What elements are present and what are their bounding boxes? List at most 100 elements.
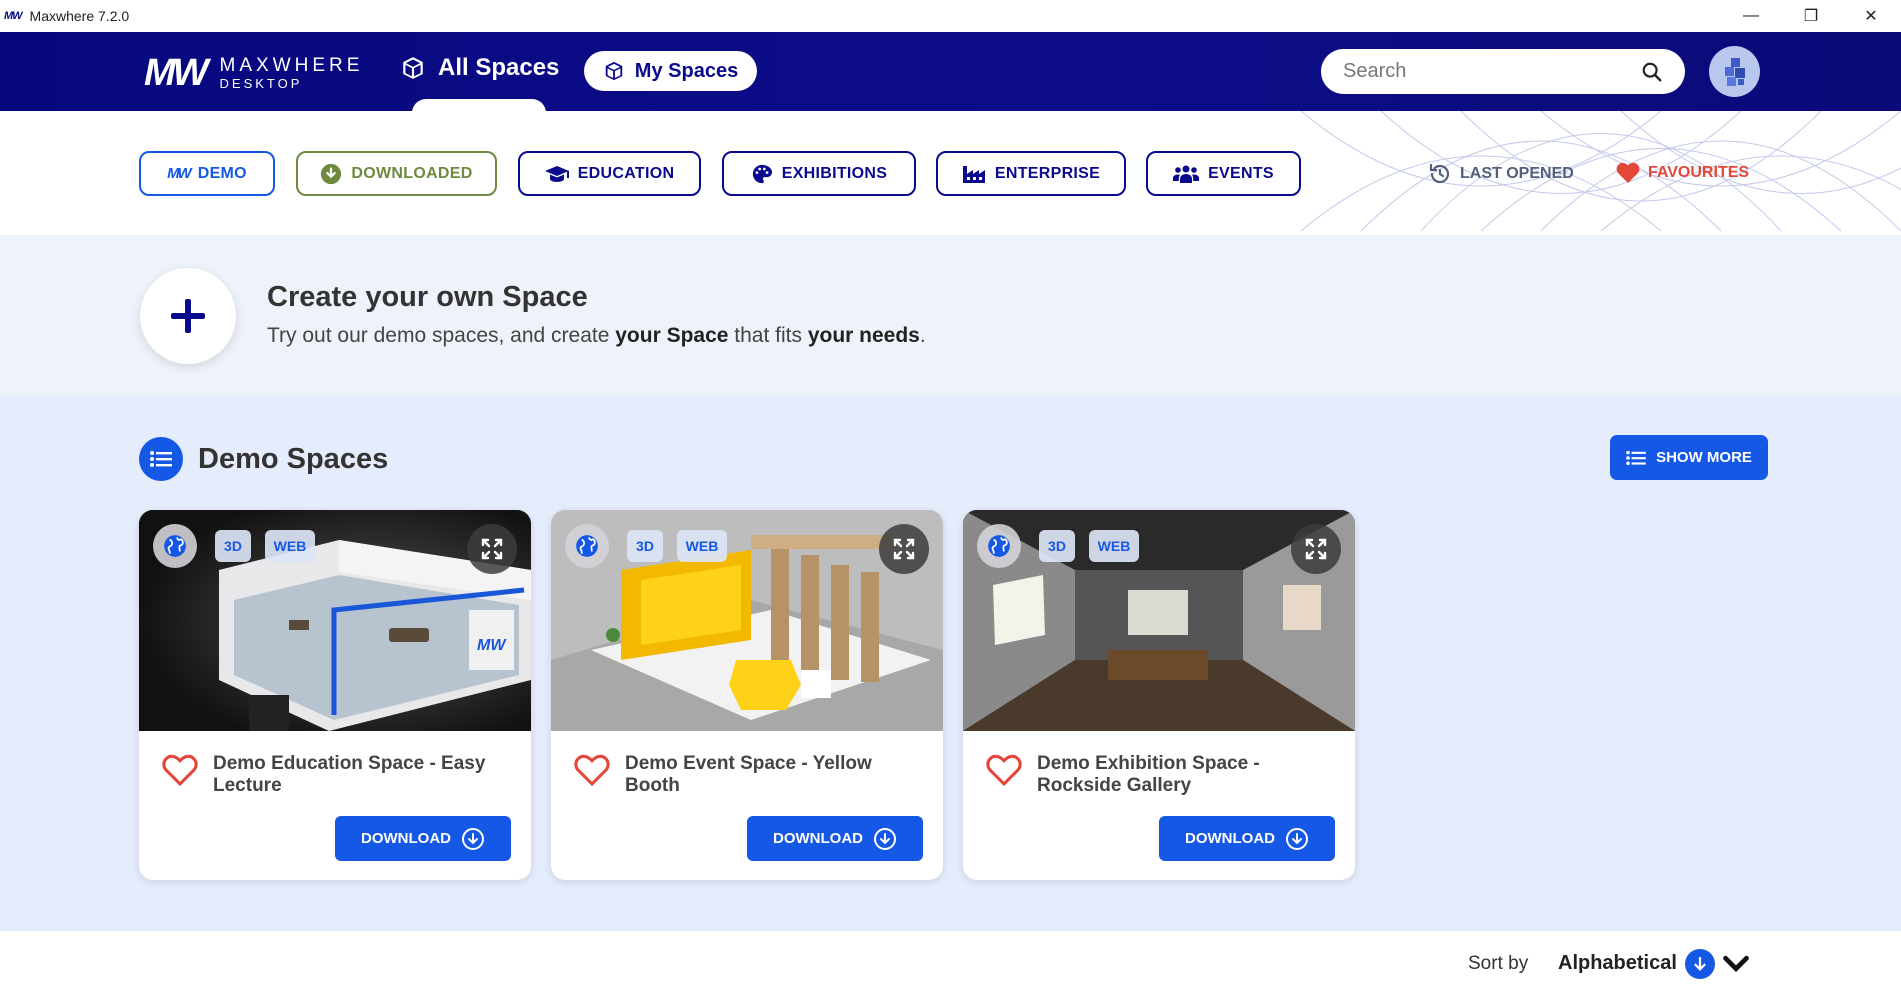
section-title: Demo Spaces bbox=[198, 443, 389, 475]
arrow-down-icon bbox=[1694, 956, 1706, 971]
maxwhere-logo[interactable]: MW MAXWHERE DESKTOP bbox=[144, 54, 363, 92]
space-card[interactable]: 3D WEB Demo Exhibition Space - Rockside … bbox=[963, 510, 1355, 880]
badge-3d: 3D bbox=[1039, 530, 1075, 562]
filter-exhibitions-label: EXHIBITIONS bbox=[781, 164, 888, 182]
create-bold-1: your Space bbox=[615, 324, 729, 347]
badge-3d: 3D bbox=[627, 530, 663, 562]
history-icon bbox=[1429, 163, 1450, 184]
filter-bar: MW DEMO DOWNLOADED EDUCATION EXHIBITIONS… bbox=[0, 111, 1901, 235]
expand-icon[interactable] bbox=[467, 524, 517, 574]
download-label: DOWNLOAD bbox=[773, 830, 863, 847]
mw-icon: MW bbox=[167, 165, 192, 182]
filter-downloaded[interactable]: DOWNLOADED bbox=[296, 151, 497, 196]
people-icon bbox=[1173, 165, 1200, 183]
filter-education[interactable]: EDUCATION bbox=[518, 151, 701, 196]
space-title: Demo Exhibition Space - Rockside Gallery bbox=[1037, 753, 1260, 796]
filter-enterprise-label: ENTERPRISE bbox=[994, 164, 1101, 182]
space-thumbnail[interactable]: 3D WEB bbox=[963, 510, 1355, 731]
space-thumbnail[interactable]: MW 3D WEB bbox=[139, 510, 531, 731]
user-avatar[interactable] bbox=[1709, 46, 1760, 97]
heart-outline-icon[interactable] bbox=[985, 753, 1023, 787]
space-card[interactable]: MW 3D WEB Demo Education Space - Easy Le… bbox=[139, 510, 531, 880]
favourites-link[interactable]: FAVOURITES bbox=[1616, 162, 1749, 184]
download-label: DOWNLOAD bbox=[361, 830, 451, 847]
minimize-button[interactable]: — bbox=[1721, 0, 1781, 32]
avatar-cubes-icon bbox=[1724, 57, 1745, 86]
download-button[interactable]: DOWNLOAD bbox=[747, 816, 923, 861]
list-icon bbox=[1626, 450, 1646, 465]
sort-label: Sort by bbox=[1468, 953, 1529, 974]
space-title: Demo Event Space - Yellow Booth bbox=[625, 753, 872, 796]
logo-line-1: MAXWHERE bbox=[219, 55, 364, 76]
create-space-banner: Create your own Space Try out our demo s… bbox=[0, 235, 1901, 395]
logo-line-2: DESKTOP bbox=[219, 76, 303, 91]
list-icon bbox=[139, 437, 183, 481]
sort-select[interactable]: Alphabetical bbox=[1558, 952, 1677, 975]
create-space-button[interactable] bbox=[140, 268, 236, 364]
globe-icon bbox=[565, 524, 609, 568]
filter-enterprise[interactable]: ENTERPRISE bbox=[936, 151, 1126, 196]
search-input[interactable] bbox=[1343, 60, 1641, 83]
card-body: Demo Event Space - Yellow Booth DOWNLOAD bbox=[551, 731, 943, 880]
filter-education-label: EDUCATION bbox=[577, 164, 675, 182]
app-logo-icon: MW bbox=[4, 10, 23, 22]
heart-outline-icon[interactable] bbox=[573, 753, 611, 787]
show-more-label: SHOW MORE bbox=[1656, 449, 1752, 466]
cube-icon bbox=[403, 57, 423, 79]
download-circle-icon bbox=[1286, 827, 1308, 850]
expand-icon[interactable] bbox=[1291, 524, 1341, 574]
favourites-label: FAVOURITES bbox=[1648, 164, 1750, 181]
create-text-3: . bbox=[919, 324, 926, 347]
demo-spaces-section: Demo Spaces SHOW MORE MW 3D WEB Demo Edu… bbox=[0, 395, 1901, 931]
tab-my-spaces[interactable]: My Spaces bbox=[584, 51, 757, 91]
download-button[interactable]: DOWNLOAD bbox=[1159, 816, 1335, 861]
filter-events-label: EVENTS bbox=[1208, 164, 1274, 182]
space-thumbnail[interactable]: 3D WEB bbox=[551, 510, 943, 731]
last-opened-link[interactable]: LAST OPENED bbox=[1428, 162, 1574, 186]
download-label: DOWNLOAD bbox=[1185, 830, 1275, 847]
filter-downloaded-label: DOWNLOADED bbox=[351, 164, 473, 182]
badge-web: WEB bbox=[1089, 530, 1139, 562]
plus-icon bbox=[171, 299, 205, 333]
badge-web: WEB bbox=[265, 530, 315, 562]
cube-outline-icon bbox=[605, 61, 623, 81]
create-bold-2: your needs bbox=[807, 324, 920, 347]
filter-demo-label: DEMO bbox=[197, 164, 247, 182]
logo-wordmark: MAXWHERE DESKTOP bbox=[220, 56, 364, 90]
logo-mark: MW bbox=[144, 52, 209, 94]
space-card[interactable]: 3D WEB Demo Event Space - Yellow Booth D… bbox=[551, 510, 943, 880]
window-title: Maxwhere 7.2.0 bbox=[29, 8, 130, 24]
app-header: MW MAXWHERE DESKTOP All Spaces My Spaces bbox=[0, 32, 1901, 119]
chevron-down-icon[interactable] bbox=[1722, 953, 1750, 975]
expand-icon[interactable] bbox=[879, 524, 929, 574]
filter-exhibitions[interactable]: EXHIBITIONS bbox=[722, 151, 916, 196]
close-button[interactable]: ✕ bbox=[1841, 0, 1901, 32]
heart-filled-icon bbox=[1616, 162, 1640, 183]
factory-icon bbox=[962, 165, 985, 183]
download-circle-icon bbox=[321, 163, 342, 184]
card-body: Demo Education Space - Easy Lecture DOWN… bbox=[139, 731, 531, 880]
create-text-1: Try out our demo spaces, and create bbox=[267, 324, 616, 347]
graduation-cap-icon bbox=[544, 165, 569, 182]
download-button[interactable]: DOWNLOAD bbox=[335, 816, 511, 861]
sort-direction-button[interactable] bbox=[1685, 949, 1715, 979]
create-space-description: Try out our demo spaces, and create your… bbox=[267, 324, 926, 348]
decorative-pattern bbox=[1301, 111, 1901, 232]
badge-web: WEB bbox=[677, 530, 727, 562]
window-titlebar: MW Maxwhere 7.2.0 — ❐ ✕ bbox=[0, 0, 1901, 32]
palette-icon bbox=[752, 164, 772, 183]
create-space-title: Create your own Space bbox=[267, 281, 588, 313]
filter-demo[interactable]: MW DEMO bbox=[139, 151, 275, 196]
card-body: Demo Exhibition Space - Rockside Gallery… bbox=[963, 731, 1355, 880]
show-more-button[interactable]: SHOW MORE bbox=[1610, 435, 1768, 480]
globe-icon bbox=[977, 524, 1021, 568]
tab-my-spaces-label: My Spaces bbox=[634, 59, 739, 82]
search-icon[interactable] bbox=[1641, 61, 1663, 83]
heart-outline-icon[interactable] bbox=[161, 753, 199, 787]
maximize-button[interactable]: ❐ bbox=[1781, 0, 1841, 32]
filter-events[interactable]: EVENTS bbox=[1146, 151, 1301, 196]
create-text-2: that fits bbox=[728, 324, 808, 347]
badge-3d: 3D bbox=[215, 530, 251, 562]
globe-icon bbox=[153, 524, 197, 568]
tab-all-spaces[interactable]: All Spaces bbox=[400, 54, 559, 82]
